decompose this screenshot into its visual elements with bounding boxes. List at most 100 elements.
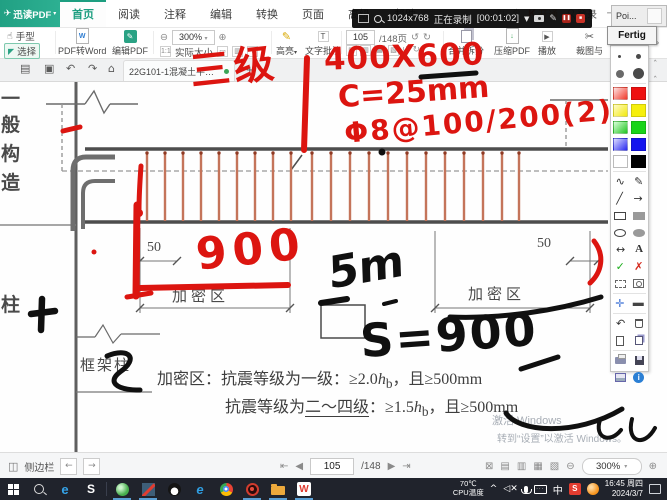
zoom-in-icon[interactable]: ⊕: [219, 32, 227, 43]
pen-tool-mini-window[interactable]: Poi...: [611, 5, 667, 27]
color-green-soft[interactable]: [612, 121, 628, 134]
ellipse-tool[interactable]: [614, 228, 627, 237]
panel-collapse-chevron-2[interactable]: ˆ: [653, 76, 658, 86]
orange-tray-icon[interactable]: [586, 483, 599, 495]
pen-size-xlarge[interactable]: [632, 68, 644, 79]
cross-tool[interactable]: ✗: [634, 261, 643, 272]
print-annotation-icon[interactable]: [615, 354, 627, 364]
highlight-button[interactable]: ✎ 高亮▾: [276, 29, 297, 57]
double-arrow-tool[interactable]: ↔: [616, 244, 625, 255]
hand-tool-button[interactable]: ☝ 手型: [7, 29, 35, 44]
rotate-cw-icon[interactable]: ↻: [413, 45, 421, 55]
checkmark-tool[interactable]: ✓: [616, 261, 625, 272]
scroll-view-icon[interactable]: ▦: [374, 44, 385, 56]
menu-tab-comment[interactable]: 注释: [152, 0, 198, 27]
minus-tool[interactable]: ▬: [633, 298, 644, 309]
pencil-tool[interactable]: ✎: [634, 176, 643, 187]
volume-muted-icon[interactable]: ◁✕: [503, 484, 517, 494]
taskbar-browser[interactable]: [213, 478, 239, 500]
pdf-to-word-button[interactable]: W PDF转Word: [58, 28, 106, 57]
color-black[interactable]: [631, 155, 647, 168]
fullscreen-icon[interactable]: ⊠: [485, 461, 493, 472]
view-book-icon[interactable]: ▧: [550, 461, 559, 472]
rotate-left-icon[interactable]: ↺: [411, 32, 419, 43]
home-icon[interactable]: ⌂: [108, 62, 115, 75]
text-mode-icon[interactable]: T: [247, 46, 259, 57]
info-icon[interactable]: i: [633, 372, 645, 383]
start-button[interactable]: [0, 478, 26, 500]
color-green[interactable]: [631, 121, 647, 134]
pen-icon[interactable]: ✎: [549, 14, 557, 24]
action-center-icon[interactable]: [649, 484, 661, 494]
arrow-tool[interactable]: →: [633, 193, 642, 204]
edit-pdf-button[interactable]: ✎ 编辑PDF: [112, 29, 148, 57]
rotate-ccw-icon[interactable]: ↺: [402, 45, 410, 55]
last-page-button[interactable]: ⇥: [402, 461, 410, 472]
select-region-tool[interactable]: [614, 279, 626, 288]
menu-tab-home[interactable]: 首页: [60, 0, 106, 27]
prev-page-button[interactable]: ◀: [295, 461, 303, 472]
taskbar-recorder-app[interactable]: [239, 478, 265, 500]
compress-pdf-button[interactable]: ↓ 压缩PDF: [494, 28, 530, 57]
back-button[interactable]: ←: [60, 457, 78, 475]
color-yellow-soft[interactable]: [612, 104, 628, 117]
taskbar-qq[interactable]: [161, 478, 187, 500]
hidden-icons-chevron[interactable]: ^: [490, 484, 498, 494]
taskbar-green-app[interactable]: [109, 478, 135, 500]
taskbar-edge[interactable]: e: [52, 478, 78, 500]
select-tool-button[interactable]: ◤ 选择: [4, 43, 41, 59]
undo-stroke-icon[interactable]: ↶: [616, 318, 625, 329]
taskbar-s-app[interactable]: S: [78, 478, 104, 500]
rectangle-tool[interactable]: [614, 211, 627, 220]
zoom-in-button[interactable]: ⊕: [649, 461, 657, 472]
forward-button[interactable]: →: [83, 457, 101, 475]
zoom-slider[interactable]: 300% ▾: [581, 457, 642, 475]
save-icon[interactable]: ▣: [44, 62, 54, 75]
text-note-button[interactable]: T 文字批注: [305, 29, 341, 57]
new-board-icon[interactable]: [616, 335, 625, 346]
color-white[interactable]: [612, 155, 628, 168]
freehand-tool[interactable]: ∿: [616, 176, 625, 187]
zoom-out-button[interactable]: ⊖: [566, 461, 574, 472]
text-tool[interactable]: A: [635, 244, 643, 255]
single-page-icon[interactable]: ▤: [346, 44, 357, 56]
color-blue-soft[interactable]: [612, 138, 628, 151]
line-tool[interactable]: ╱: [616, 193, 623, 204]
sidebar-toggle-icon[interactable]: ◫: [8, 460, 18, 473]
save-annotation-icon[interactable]: [634, 356, 644, 365]
view-continuous-icon[interactable]: ▥: [517, 461, 526, 472]
pause-record-button[interactable]: ❚❚: [561, 14, 571, 23]
taskbar-search-button[interactable]: [26, 478, 52, 500]
next-page-button[interactable]: ▶: [388, 461, 396, 472]
menu-tab-read[interactable]: 阅读: [106, 0, 152, 27]
actual-size-button[interactable]: 实际大小: [175, 45, 213, 59]
first-page-button[interactable]: ⇤: [280, 461, 288, 472]
page-number-input[interactable]: 105: [346, 30, 376, 45]
crop-button[interactable]: ✂ 裁图与: [576, 29, 603, 57]
filled-ellipse-tool[interactable]: [632, 228, 645, 237]
add-tool[interactable]: ✛: [615, 298, 624, 309]
pdf-page[interactable]: 一 般 构 造 柱 框架柱 50 50 加密区 加密区 加密区：抗震等级为一级：…: [0, 81, 667, 500]
zoom-region-tool[interactable]: [633, 279, 645, 288]
ime-mode-indicator[interactable]: 中: [553, 482, 563, 497]
menu-tab-convert[interactable]: 转换: [244, 0, 290, 27]
app-logo[interactable]: ✈ 迅读PDF ▾: [0, 0, 60, 27]
pen-size-medium[interactable]: [635, 54, 641, 59]
stop-record-button[interactable]: ■: [575, 14, 585, 23]
clear-all-icon[interactable]: [635, 319, 644, 328]
double-page-icon[interactable]: ▥: [360, 44, 371, 56]
color-red-soft[interactable]: [612, 87, 628, 100]
document-tab[interactable]: 22G101-1混凝土平法…: [123, 60, 235, 81]
taskbar-ie[interactable]: e: [187, 478, 213, 500]
magnifier-icon[interactable]: [374, 14, 382, 23]
color-red[interactable]: [631, 87, 647, 100]
sidebar-toggle-label[interactable]: 侧边栏: [24, 459, 54, 474]
microphone-icon[interactable]: [521, 485, 533, 494]
pen-size-large[interactable]: [615, 69, 624, 78]
redo-icon[interactable]: ↷: [88, 62, 97, 75]
sogou-tray-icon[interactable]: S: [568, 483, 581, 495]
color-blue[interactable]: [631, 138, 647, 151]
touch-keyboard-icon[interactable]: ···: [533, 484, 547, 494]
color-yellow[interactable]: [631, 104, 647, 117]
menu-tab-edit[interactable]: 编辑: [198, 0, 244, 27]
